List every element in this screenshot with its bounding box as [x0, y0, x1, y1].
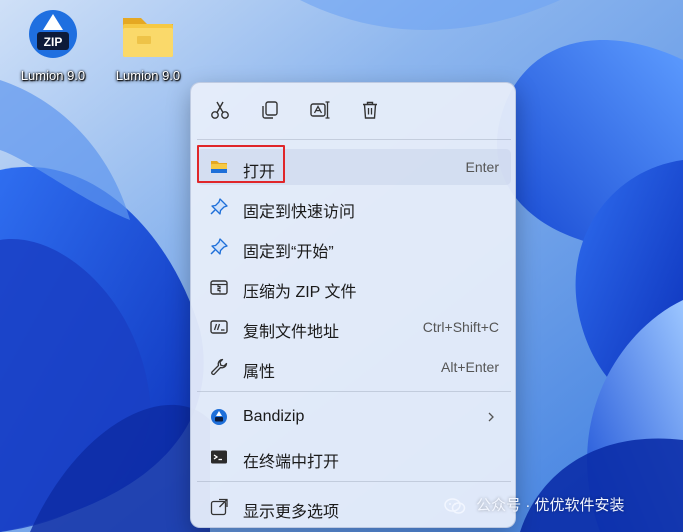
desktop-icon-label: Lumion 9.0 [20, 68, 86, 83]
zip-badge: ZIP [44, 35, 63, 49]
zip-archive-icon: ZIP [29, 10, 77, 58]
chevron-right-icon [488, 412, 494, 422]
copy-button[interactable] [257, 97, 283, 123]
pin-icon [209, 237, 229, 257]
menu-item-label: 复制文件地址 [243, 324, 340, 341]
menu-item-label: 在终端中打开 [243, 454, 340, 471]
bandizip-icon [209, 407, 229, 427]
path-icon [209, 317, 229, 337]
desktop-icon-lumion-folder[interactable]: Lumion 9.0 [106, 8, 190, 83]
context-menu-toolbar [191, 83, 517, 139]
menu-item-label: 显示更多选项 [243, 504, 340, 521]
menu-item-label: 属性 [243, 364, 276, 381]
wrench-icon [209, 357, 229, 377]
rename-icon [310, 101, 330, 119]
menu-item-label: 压缩为 ZIP 文件 [243, 284, 357, 301]
menu-item-open-in-terminal[interactable]: 在终端中打开 [197, 439, 511, 475]
watermark: 公众号 · 优优软件安装 [444, 494, 625, 515]
menu-item-shortcut: Alt+Enter [441, 359, 499, 375]
pin-icon [209, 197, 229, 217]
menu-item-shortcut: Ctrl+Shift+C [422, 319, 499, 335]
menu-separator [197, 391, 511, 392]
menu-separator [197, 481, 511, 482]
menu-item-copy-path[interactable]: 复制文件地址 Ctrl+Shift+C [197, 309, 511, 345]
menu-item-pin-quick-access[interactable]: 固定到快速访问 [197, 189, 511, 225]
menu-item-label: 固定到“开始” [243, 244, 334, 261]
scissors-icon [211, 101, 229, 119]
zip-folder-icon [209, 277, 229, 297]
desktop-icon-lumion-zip[interactable]: ZIP Lumion 9.0 [11, 8, 95, 83]
menu-item-label: 固定到快速访问 [243, 204, 356, 221]
menu-item-compress-zip[interactable]: 压缩为 ZIP 文件 [197, 269, 511, 305]
folder-icon [123, 18, 173, 57]
cut-button[interactable] [207, 97, 233, 123]
menu-item-pin-start[interactable]: 固定到“开始” [197, 229, 511, 265]
trash-icon [363, 101, 377, 119]
rename-button[interactable] [307, 97, 333, 123]
menu-item-label: Bandizip [243, 408, 305, 425]
menu-item-shortcut: Enter [465, 159, 499, 175]
highlight-annotation [197, 145, 285, 183]
watermark-text: 公众号 · 优优软件安装 [476, 497, 625, 514]
copy-icon [262, 101, 278, 119]
more-options-icon [209, 497, 229, 517]
desktop-icon-label: Lumion 9.0 [115, 68, 181, 83]
wechat-icon [444, 498, 466, 514]
menu-separator [197, 139, 511, 140]
menu-item-properties[interactable]: 属性 Alt+Enter [197, 349, 511, 385]
terminal-icon [209, 447, 229, 467]
delete-button[interactable] [357, 97, 383, 123]
menu-item-bandizip[interactable]: Bandizip [197, 399, 511, 435]
